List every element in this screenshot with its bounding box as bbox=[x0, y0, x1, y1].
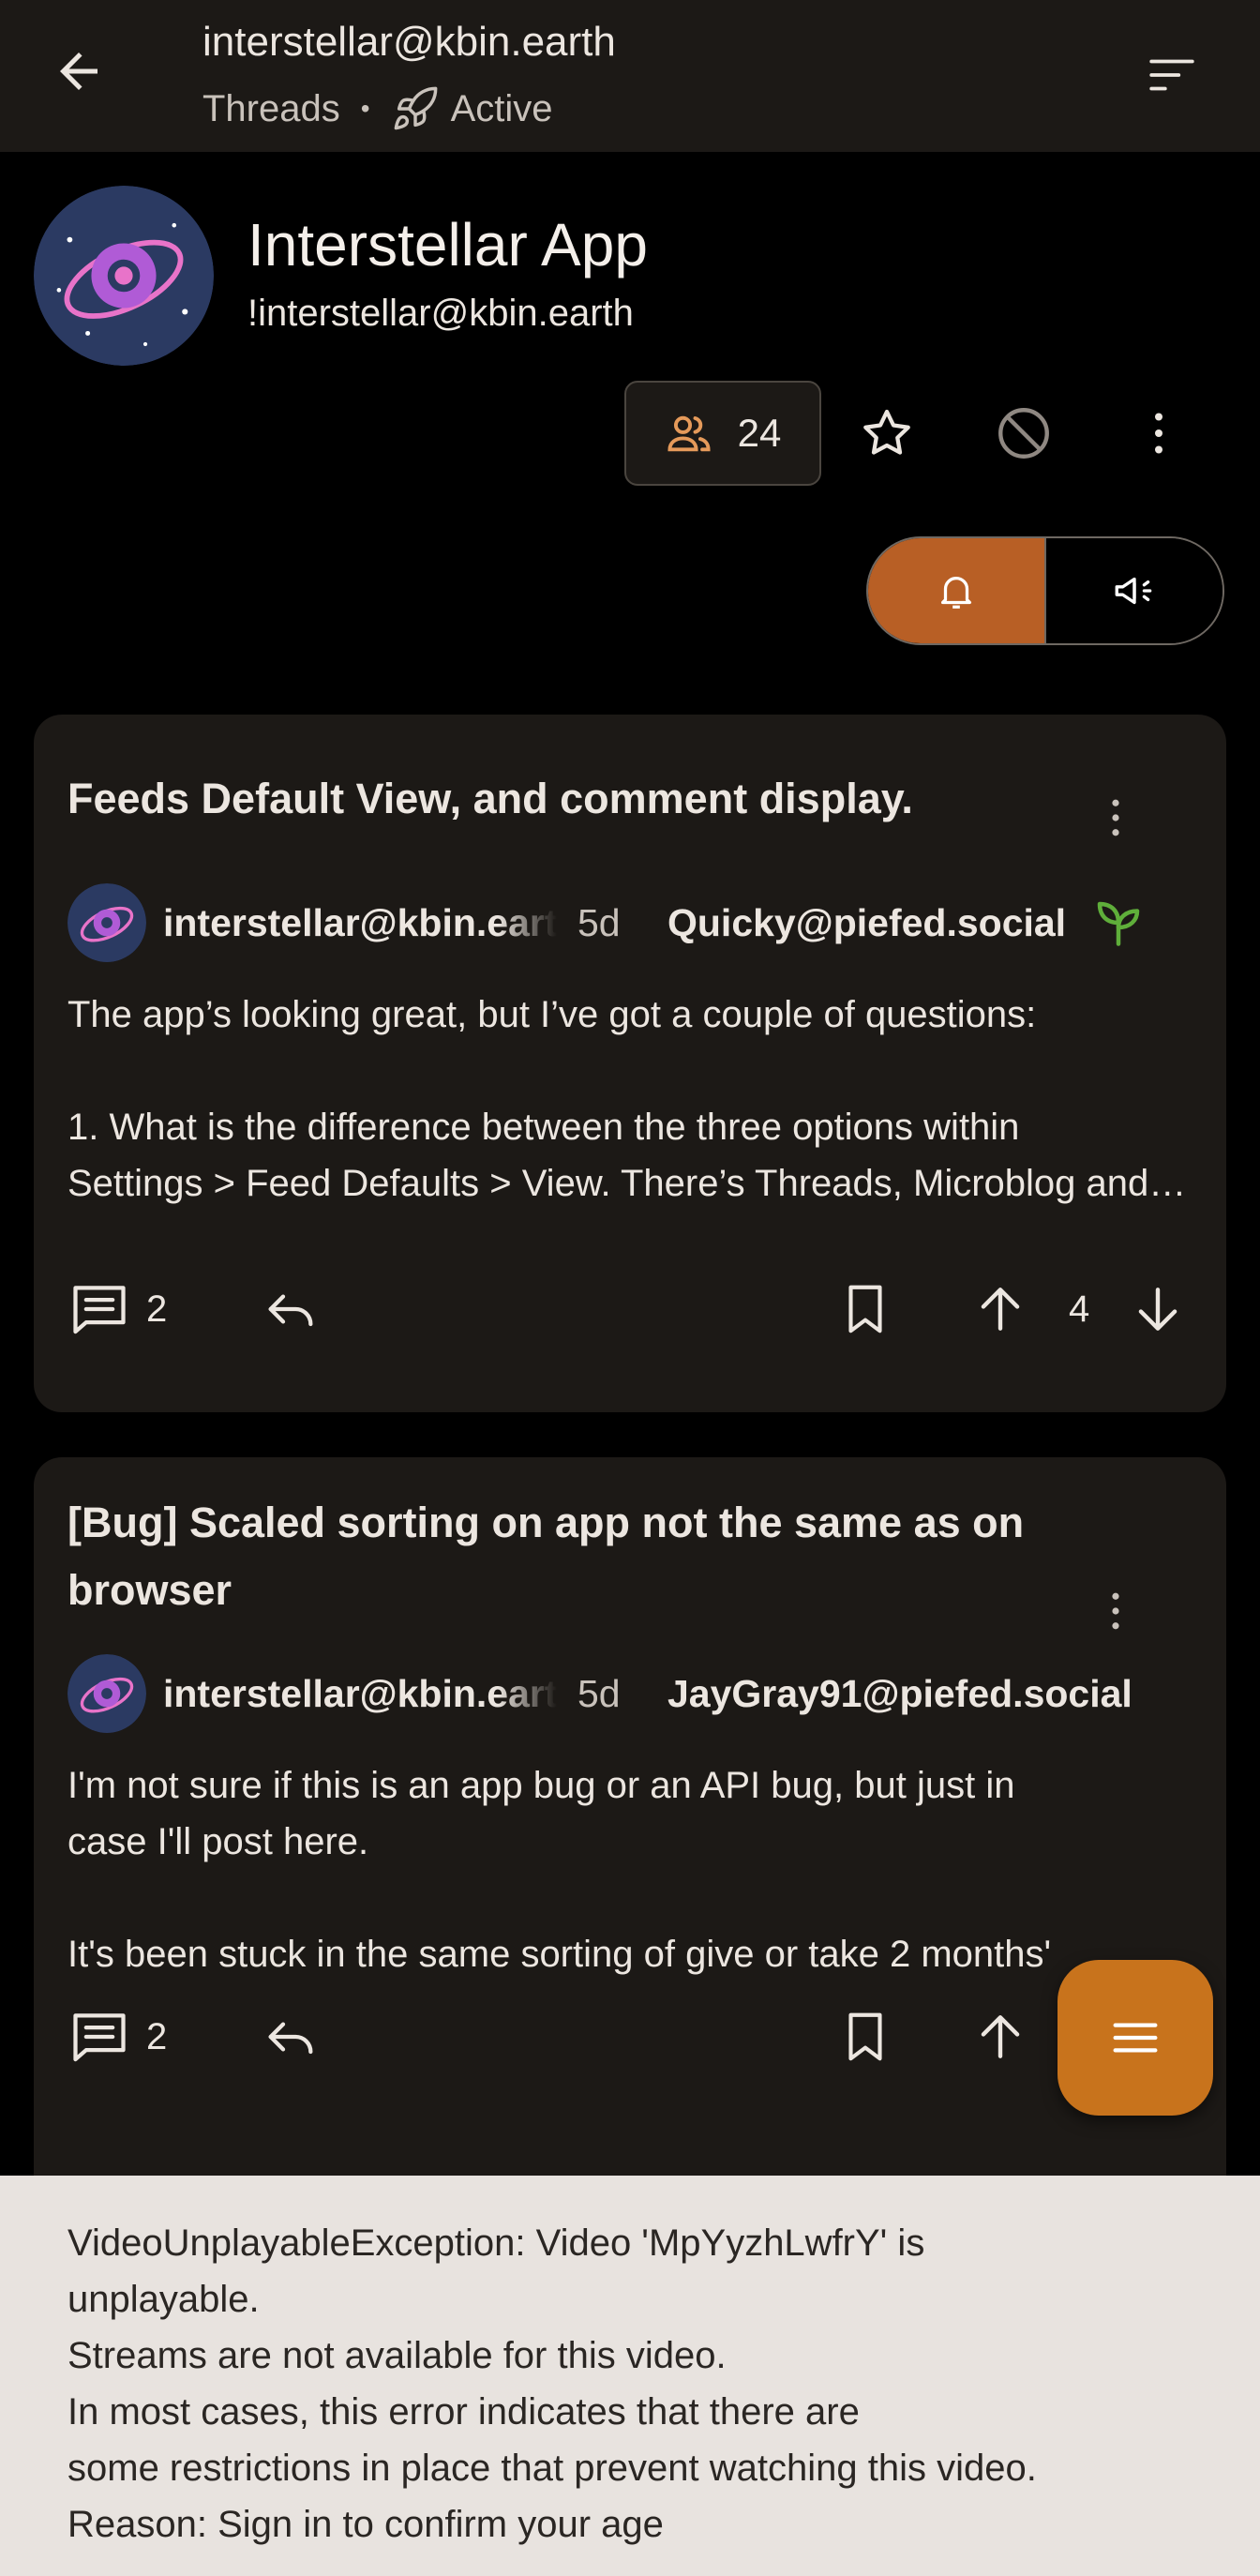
post-body-line: I'm not sure if this is an app bug or an… bbox=[68, 1765, 1015, 1806]
sort-icon bbox=[1149, 59, 1194, 91]
community-avatar-small[interactable] bbox=[68, 883, 146, 962]
post-body-line: 1. What is the difference between the th… bbox=[68, 1107, 1020, 1148]
arrow-down-icon bbox=[1138, 1288, 1178, 1331]
block-button[interactable] bbox=[986, 396, 1061, 471]
appbar-title: interstellar@kbin.earth bbox=[202, 19, 616, 65]
post-age: 5d bbox=[578, 1671, 621, 1715]
arrow-up-icon bbox=[981, 1288, 1020, 1331]
bookmark-button[interactable] bbox=[836, 1992, 894, 2082]
bookmark-button[interactable] bbox=[836, 1264, 894, 1354]
community-avatar bbox=[34, 186, 214, 366]
post-author[interactable]: Quicky@piefed.social bbox=[668, 901, 1066, 945]
arrow-up-icon bbox=[981, 2015, 1020, 2058]
comments-button[interactable]: 2 bbox=[68, 1264, 167, 1354]
post-community[interactable]: interstellar@kbin.earth bbox=[163, 901, 557, 945]
galaxy-icon bbox=[68, 1654, 146, 1733]
post-age: 5d bbox=[578, 900, 621, 944]
post-body-line: It's been stuck in the same sorting of g… bbox=[68, 1934, 1052, 1975]
error-line: Reason: Sign in to confirm your age bbox=[68, 2504, 664, 2545]
community-handle: !interstellar@kbin.earth bbox=[248, 293, 634, 334]
post-body-line: The app’s looking great, but I’ve got a … bbox=[68, 994, 1037, 1035]
comment-count: 2 bbox=[146, 1288, 168, 1330]
error-line: In most cases, this error indicates that… bbox=[68, 2391, 860, 2433]
upvote-button[interactable] bbox=[971, 1992, 1029, 2082]
app-bar: interstellar@kbin.earth Threads • Active bbox=[0, 0, 1260, 152]
reply-icon bbox=[268, 1294, 313, 1327]
post-community[interactable]: interstellar@kbin.earth bbox=[163, 1672, 557, 1716]
bookmark-icon bbox=[848, 1285, 882, 1333]
community-name: Interstellar App bbox=[248, 211, 648, 279]
downvote-button[interactable] bbox=[1129, 1264, 1187, 1354]
menu-icon bbox=[1113, 2023, 1158, 2053]
post-more-button[interactable] bbox=[1088, 1574, 1144, 1649]
notification-toggle bbox=[866, 536, 1224, 645]
notify-bell-button[interactable] bbox=[868, 538, 1046, 643]
back-button[interactable] bbox=[41, 34, 116, 109]
post-body-line: Settings > Feed Defaults > View. There’s… bbox=[68, 1163, 1192, 1204]
post-actions: 2 2 bbox=[68, 1992, 1192, 2082]
feed-view-label: Threads bbox=[202, 87, 340, 129]
separator-dot: • bbox=[360, 94, 370, 123]
comment-icon bbox=[73, 2013, 126, 2062]
error-line: some restrictions in place that prevent … bbox=[68, 2448, 1037, 2489]
post-card[interactable]: Feeds Default View, and comment display.… bbox=[34, 715, 1226, 1412]
upvote-button[interactable] bbox=[971, 1264, 1029, 1354]
post-card[interactable]: [Bug] Scaled sorting on app not the same… bbox=[34, 1457, 1226, 2207]
rocket-icon bbox=[394, 86, 437, 130]
post-more-button[interactable] bbox=[1088, 780, 1144, 855]
favorite-button[interactable] bbox=[849, 396, 924, 471]
subscribe-button[interactable]: 24 bbox=[624, 381, 821, 486]
post-body-line bbox=[68, 1043, 1192, 1099]
subscriber-count: 24 bbox=[737, 411, 782, 455]
post-actions: 2 4 bbox=[68, 1264, 1192, 1354]
score-value: 4 bbox=[1069, 1288, 1090, 1330]
community-more-button[interactable] bbox=[1121, 396, 1196, 471]
bookmark-icon bbox=[848, 2012, 882, 2061]
community-avatar-small[interactable] bbox=[68, 1654, 146, 1733]
more-vert-icon bbox=[1112, 799, 1119, 836]
sprout-icon bbox=[1097, 901, 1140, 946]
post-body: The app’s looking great, but I’ve got a … bbox=[68, 987, 1192, 1212]
sort-label: Active bbox=[450, 87, 553, 129]
reply-button[interactable] bbox=[261, 1992, 321, 2082]
arrow-back-icon bbox=[60, 53, 98, 90]
galaxy-icon bbox=[34, 186, 214, 366]
video-error-panel: VideoUnplayableException: Video 'MpYyzhL… bbox=[0, 2176, 1260, 2576]
announce-button[interactable] bbox=[1046, 538, 1222, 643]
more-vert-icon bbox=[1155, 413, 1162, 454]
bell-icon bbox=[940, 577, 972, 609]
megaphone-icon bbox=[1115, 577, 1152, 605]
error-message: VideoUnplayableException: Video 'MpYyzhL… bbox=[68, 2215, 1230, 2553]
reply-button[interactable] bbox=[261, 1264, 321, 1354]
post-body: I'm not sure if this is an app bug or an… bbox=[68, 1757, 1192, 1982]
post-body-line bbox=[68, 1870, 1192, 1926]
post-title[interactable]: Feeds Default View, and comment display. bbox=[68, 765, 1099, 833]
error-line: VideoUnplayableException: Video 'MpYyzhL… bbox=[68, 2222, 925, 2264]
comment-count: 2 bbox=[146, 2015, 168, 2057]
people-icon bbox=[668, 415, 711, 452]
galaxy-icon bbox=[68, 883, 146, 962]
block-icon bbox=[998, 408, 1049, 459]
post-body-line: case I'll post here. bbox=[68, 1821, 369, 1862]
post-meta: interstellar@kbin.earth 5d Quicky@piefed… bbox=[68, 881, 1147, 964]
menu-fab[interactable] bbox=[1058, 1960, 1213, 2116]
appbar-subtitle: Threads • Active bbox=[202, 84, 553, 133]
more-vert-icon bbox=[1112, 1592, 1119, 1630]
post-meta: interstellar@kbin.earth 5d JayGray91@pie… bbox=[68, 1652, 1132, 1735]
error-line: unplayable. bbox=[68, 2279, 260, 2320]
post-author[interactable]: JayGray91@piefed.social bbox=[668, 1672, 1132, 1716]
comments-button[interactable]: 2 bbox=[68, 1992, 167, 2082]
error-line: Streams are not available for this video… bbox=[68, 2335, 727, 2376]
score: 4 bbox=[1069, 1264, 1089, 1354]
star-icon bbox=[863, 409, 910, 455]
comment-icon bbox=[73, 1286, 126, 1334]
post-title[interactable]: [Bug] Scaled sorting on app not the same… bbox=[68, 1489, 1099, 1624]
sort-menu-button[interactable] bbox=[1134, 38, 1209, 113]
reply-icon bbox=[268, 2022, 313, 2055]
